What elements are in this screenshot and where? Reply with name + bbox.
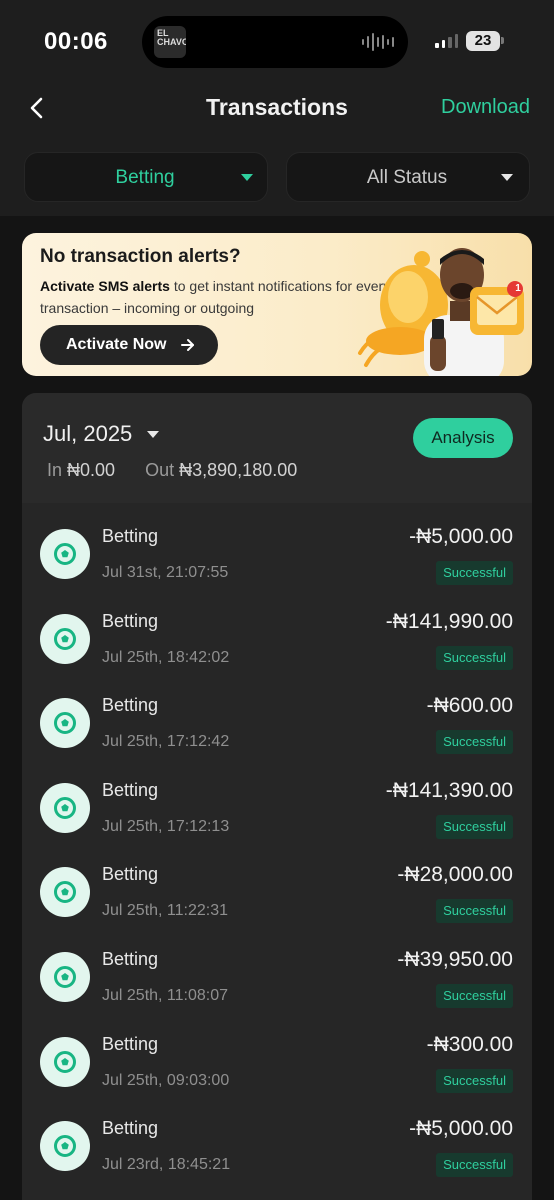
dynamic-island[interactable]: EL CHAVO [142,16,408,68]
month-summary: Jul, 2025 In ₦0.00 Out ₦3,890,180.00 Ana… [22,393,532,503]
transaction-amount: -₦28,000.00 [397,863,513,887]
analysis-button[interactable]: Analysis [413,418,513,458]
filters: Betting All Status [24,152,530,202]
activate-now-label: Activate Now [66,336,167,353]
transaction-name: Betting [102,864,159,885]
in-value: ₦0.00 [67,460,116,480]
envelope-badge: 1 [515,283,521,294]
status-badge: Successful [436,730,513,755]
in-out-summary: In ₦0.00 Out ₦3,890,180.00 [47,460,297,481]
arrow-right-icon [181,339,194,351]
soccer-ball-icon [40,951,90,1002]
header: Transactions Download [0,80,554,136]
status-badge: Successful [436,1068,513,1093]
transaction-amount: -₦39,950.00 [397,947,513,971]
soccer-ball-icon [40,1036,90,1087]
soccer-ball-icon [40,698,90,749]
caret-down-icon[interactable] [147,431,159,438]
transaction-date: Jul 25th, 11:22:31 [102,902,229,920]
signal-icon [435,34,458,48]
banner-text-bold: Activate SMS alerts [40,278,170,294]
transaction-name: Betting [102,526,159,546]
battery-nub [501,37,504,44]
status-filter-label: All Status [366,167,448,188]
out-label: Out [145,460,175,480]
status-badge: Successful [436,1153,513,1178]
caret-down-icon [501,174,513,181]
transaction-date: Jul 25th, 18:42:02 [102,648,230,666]
soccer-ball-icon [40,867,90,918]
transaction-name: Betting [102,779,159,800]
status-badge: Successful [436,814,513,839]
status-bar: 00:06 EL CHAVO 23 [0,0,554,80]
transaction-amount: -₦141,390.00 [385,778,513,802]
out-value: ₦3,890,180.00 [179,460,298,480]
transaction-row[interactable]: Betting Jul 23rd, 18:45:21 -₦5,000.00 Su… [22,1095,532,1180]
transaction-date: Jul 25th, 17:12:13 [102,817,230,835]
status-badge: Successful [436,561,513,585]
transaction-row[interactable]: Betting Jul 25th, 17:12:42 -₦600.00 Succ… [22,672,532,757]
download-button[interactable]: Download [441,96,530,119]
status-filter-dropdown[interactable]: All Status [286,152,530,202]
now-playing-artwork: EL CHAVO [154,26,186,58]
transaction-row[interactable]: Betting Jul 25th, 09:03:00 -₦300.00 Succ… [22,1011,532,1096]
soccer-ball-icon [40,782,90,833]
transaction-row[interactable]: Betting Jul 31st, 21:07:55 -₦5,000.00 Su… [22,503,532,588]
transaction-date: Jul 23rd, 18:45:21 [102,1156,231,1174]
caret-down-icon [241,174,253,181]
transaction-amount: -₦141,990.00 [385,609,513,633]
transaction-date: Jul 31st, 21:07:55 [102,564,229,581]
category-filter-label: Betting [115,167,175,188]
sms-alert-banner[interactable]: No transaction alerts? Activate SMS aler… [22,233,532,376]
transaction-list: Betting Jul 31st, 21:07:55 -₦5,000.00 Su… [22,503,532,1180]
transaction-date: Jul 25th, 09:03:00 [102,1071,230,1089]
banner-title: No transaction alerts? [40,246,241,267]
transaction-row[interactable]: Betting Jul 25th, 11:08:07 -₦39,950.00 S… [22,926,532,1011]
battery-icon: 23 [466,31,500,51]
activate-now-button[interactable]: Activate Now [40,325,218,365]
transaction-name: Betting [102,948,159,969]
transaction-amount: -₦5,000.00 [409,525,513,548]
transaction-name: Betting [102,610,159,631]
soccer-ball-icon [40,613,90,664]
status-badge: Successful [436,899,513,924]
transaction-row[interactable]: Betting Jul 25th, 17:12:13 -₦141,390.00 … [22,757,532,842]
transaction-row[interactable]: Betting Jul 25th, 18:42:02 -₦141,990.00 … [22,588,532,673]
transaction-name: Betting [102,1118,159,1139]
transactions-card: Jul, 2025 In ₦0.00 Out ₦3,890,180.00 Ana… [22,393,532,1200]
transaction-amount: -₦600.00 [426,694,513,718]
now-playing-artwork-text: EL CHAVO [157,28,186,47]
transaction-name: Betting [102,1033,159,1054]
month-selector[interactable]: Jul, 2025 [43,421,132,447]
status-badge: Successful [436,645,513,670]
audio-wave-icon [362,33,394,51]
transaction-amount: -₦5,000.00 [409,1117,513,1141]
status-time: 00:06 [44,28,108,55]
status-badge: Successful [436,983,513,1008]
soccer-ball-icon [40,1121,90,1172]
soccer-ball-icon [40,529,90,579]
transaction-date: Jul 25th, 11:08:07 [102,986,229,1004]
transaction-row[interactable]: Betting Jul 25th, 11:22:31 -₦28,000.00 S… [22,841,532,926]
in-label: In [47,460,63,480]
transaction-amount: -₦300.00 [426,1032,513,1056]
banner-text: Activate SMS alerts to get instant notif… [40,275,400,319]
transaction-name: Betting [102,695,159,716]
transaction-date: Jul 25th, 17:12:42 [102,733,230,751]
category-filter-dropdown[interactable]: Betting [24,152,268,202]
